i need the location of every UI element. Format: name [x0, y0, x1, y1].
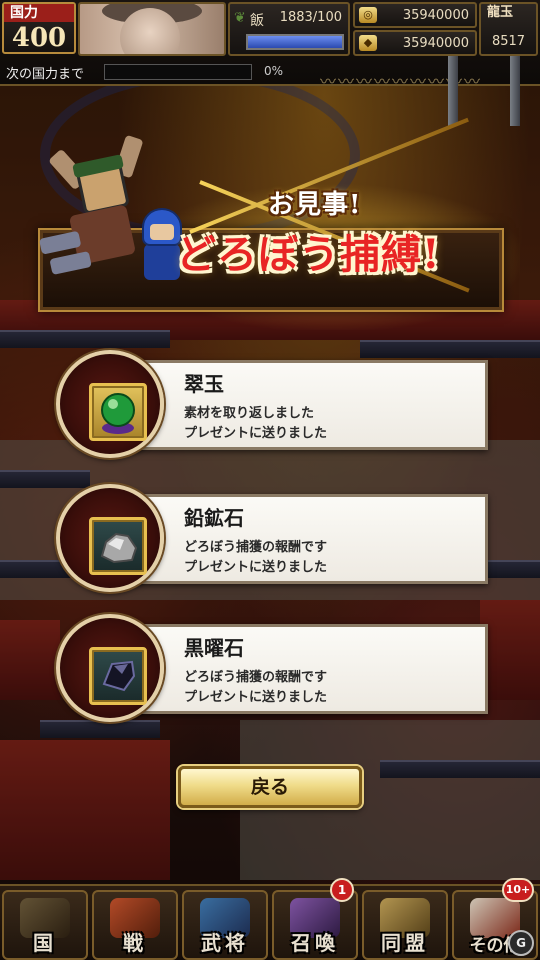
- food-value: 1883/100: [279, 10, 342, 25]
- player-avatar[interactable]: [78, 2, 226, 56]
- reward-status: プレゼントに送りました: [184, 426, 328, 441]
- next-power-label: 次の国力まで: [6, 67, 85, 82]
- nav-label: 戦: [123, 931, 147, 955]
- back-button[interactable]: 戻る: [178, 766, 362, 808]
- lead-ore-icon: [89, 517, 147, 575]
- national-power-label: 国力: [4, 4, 74, 22]
- reward-status: プレゼントに送りました: [184, 690, 328, 705]
- leaf-icon: ❦: [234, 10, 246, 26]
- reward-title: 翠玉: [184, 372, 224, 396]
- background-scene: [0, 0, 540, 960]
- nav-label: 同盟: [381, 931, 429, 955]
- next-power-bar: [104, 64, 252, 80]
- reward-card[interactable]: 黒曜石 どろぼう捕獲の報酬です プレゼントに送りました: [56, 614, 490, 722]
- reward-medal: [56, 614, 164, 722]
- food-stamina-box[interactable]: ❦ 飯 1883/100: [228, 2, 350, 56]
- reward-medal: [56, 350, 164, 458]
- treasure-icon: ◆: [359, 35, 377, 51]
- background-wall: [0, 620, 60, 700]
- reward-description: 素材を取り返しました: [184, 406, 315, 421]
- rope-decoration: [448, 56, 458, 126]
- nav-label: 召喚: [291, 931, 339, 955]
- ryugyoku-value: 8517: [491, 34, 526, 49]
- ryugyoku-label: 龍玉: [487, 5, 514, 20]
- thief-character: [23, 134, 156, 280]
- bottom-navigation: 国 戦 武将 召喚 同盟 その他 1 10+ G: [0, 878, 540, 960]
- nav-label: 武将: [201, 931, 249, 955]
- rope-decoration: [510, 56, 520, 126]
- nav-battle[interactable]: 戦: [92, 890, 178, 960]
- background-roof: [40, 720, 160, 738]
- food-bar: [246, 34, 344, 50]
- background-roof: [380, 760, 540, 778]
- reward-description: どろぼう捕獲の報酬です: [184, 540, 328, 555]
- national-power-box: 国力 400: [2, 2, 76, 54]
- jade-orb-icon: [89, 383, 147, 441]
- nav-alliance[interactable]: 同盟: [362, 890, 448, 960]
- background-roof: [60, 790, 170, 808]
- coin-value: 35940000: [402, 8, 469, 23]
- captured-thief-illustration: [28, 134, 182, 300]
- banner-title: どろぼう捕縛!: [176, 231, 441, 278]
- coin-counter[interactable]: ◎ 35940000: [353, 2, 477, 28]
- reward-medal: [56, 484, 164, 592]
- banner-subtitle: お見事!: [268, 190, 362, 220]
- background-roof: [0, 330, 170, 348]
- notification-badge: 1: [330, 878, 354, 902]
- reward-description: どろぼう捕獲の報酬です: [184, 670, 328, 685]
- treasure-counter[interactable]: ◆ 35940000: [353, 30, 477, 56]
- nav-kingdom[interactable]: 国: [2, 890, 88, 960]
- obsidian-icon: [89, 647, 147, 705]
- coin-icon: ◎: [359, 7, 377, 23]
- treasure-value: 35940000: [402, 36, 469, 51]
- top-hud: 国力 400 ❦ 飯 1883/100 ◎ 35940000 ◆ 3594000…: [0, 0, 540, 91]
- ryugyoku-box[interactable]: 龍玉 8517: [479, 2, 538, 56]
- reward-card[interactable]: 鉛鉱石 どろぼう捕獲の報酬です プレゼントに送りました: [56, 484, 490, 592]
- notification-badge: 10+: [502, 878, 534, 902]
- next-power-row: 次の国力まで 0%: [2, 60, 318, 84]
- reward-title: 鉛鉱石: [184, 506, 244, 530]
- food-label: 飯: [250, 13, 264, 29]
- food-bar-fill: [248, 36, 342, 48]
- national-power-value: 400: [11, 23, 67, 53]
- next-power-percent: 0%: [264, 64, 284, 78]
- background-pagoda: [0, 740, 170, 880]
- nav-generals[interactable]: 武将: [182, 890, 268, 960]
- watermark-logo: G: [508, 930, 534, 956]
- reward-card[interactable]: 翠玉 素材を取り返しました プレゼントに送りました: [56, 350, 490, 458]
- nav-label: 国: [33, 931, 57, 955]
- reward-status: プレゼントに送りました: [184, 560, 328, 575]
- reward-title: 黒曜石: [184, 636, 244, 660]
